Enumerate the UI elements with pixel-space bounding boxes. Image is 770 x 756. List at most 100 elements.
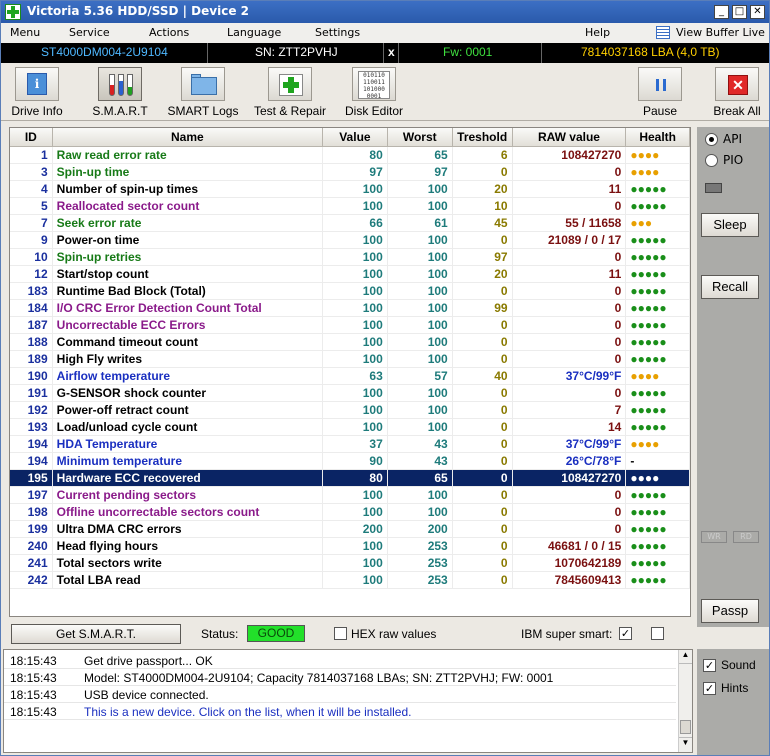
table-row[interactable]: 9 Power-on time 100 100 0 21089 / 0 / 17 ●●●●● — [10, 231, 690, 249]
cell-raw: 11 — [512, 265, 627, 283]
minimize-button[interactable]: _ — [714, 5, 729, 19]
menu-item-settings[interactable]: Settings — [315, 26, 360, 39]
menu-item-service[interactable]: Service — [69, 26, 110, 39]
menu-item-language[interactable]: Language — [227, 26, 281, 39]
table-row[interactable]: 193 Load/unload cycle count 100 100 0 14 ●●●●● — [10, 418, 690, 436]
table-row[interactable]: 242 Total LBA read 100 253 0 7845609413 ●●●●● — [10, 571, 690, 589]
scroll-up-icon[interactable]: ▲ — [679, 650, 692, 664]
disk-editor-button[interactable]: 010110 110011 101000 0001 Disk Editor — [343, 67, 405, 118]
api-radio[interactable] — [705, 133, 718, 146]
table-row[interactable]: 3 Spin-up time 97 97 0 0 ●●●● — [10, 163, 690, 181]
cell-name: Ultra DMA CRC errors — [52, 520, 324, 538]
ibm-super-smart-label: IBM super smart: — [521, 627, 613, 641]
column-header-raw[interactable]: RAW value — [512, 128, 627, 147]
column-header-health[interactable]: Health — [625, 128, 690, 147]
menu-item-actions[interactable]: Actions — [149, 26, 189, 39]
sound-checkbox[interactable]: ✓ — [703, 659, 716, 672]
drive-info-button[interactable]: i Drive Info — [9, 67, 65, 118]
table-row[interactable]: 189 High Fly writes 100 100 0 0 ●●●●● — [10, 350, 690, 368]
cell-health: ●●●● — [625, 367, 690, 385]
table-row[interactable]: 5 Reallocated sector count 100 100 10 0 ●●●●● — [10, 197, 690, 215]
column-header-id[interactable]: ID — [10, 128, 53, 147]
get-smart-button[interactable]: Get S.M.A.R.T. — [11, 624, 181, 644]
cell-threshold: 0 — [452, 571, 513, 589]
table-row[interactable]: 12 Start/stop count 100 100 20 11 ●●●●● — [10, 265, 690, 283]
menu-item-menu[interactable]: Menu — [10, 26, 40, 39]
cell-name: Minimum temperature — [52, 452, 324, 470]
indicator-led — [705, 183, 722, 193]
test-repair-button[interactable]: Test & Repair — [251, 67, 329, 118]
log-scrollbar[interactable]: ▲ ▼ — [678, 650, 692, 752]
scroll-thumb[interactable] — [680, 720, 691, 734]
table-row[interactable]: 184 I/O CRC Error Detection Count Total 10… — [10, 299, 690, 317]
log-message: USB device connected. — [84, 688, 209, 702]
cell-worst: 100 — [387, 282, 453, 300]
cell-threshold: 0 — [452, 554, 513, 572]
table-row[interactable]: 10 Spin-up retries 100 100 97 0 ●●●●● — [10, 248, 690, 266]
smart-button[interactable]: S.M.A.R.T — [89, 67, 151, 118]
hints-checkbox[interactable]: ✓ — [703, 682, 716, 695]
pause-icon — [638, 67, 682, 101]
table-row[interactable]: 192 Power-off retract count 100 100 0 7 ●●●●● — [10, 401, 690, 419]
smart-logs-button[interactable]: SMART Logs — [167, 67, 239, 118]
cell-threshold: 0 — [452, 469, 513, 487]
close-button[interactable]: ✕ — [750, 5, 765, 19]
ibm-super-smart-checkbox[interactable]: ✓ — [619, 627, 632, 640]
cell-value: 100 — [322, 265, 388, 283]
pause-label: Pause — [642, 104, 678, 118]
status-label: Status: — [201, 627, 239, 641]
table-row[interactable]: 4 Number of spin-up times 100 100 20 11 ●●●●● — [10, 180, 690, 198]
cell-id: 197 — [10, 486, 53, 504]
api-label: API — [723, 132, 742, 146]
table-row[interactable]: 188 Command timeout count 100 100 0 0 ●●●●● — [10, 333, 690, 351]
recall-button[interactable]: Recall — [701, 275, 759, 299]
cell-worst: 100 — [387, 418, 453, 436]
view-buffer-live-link[interactable]: View Buffer Live — [676, 26, 765, 39]
cell-worst: 100 — [387, 197, 453, 215]
drive-model[interactable]: ST4000DM004-2U9104 — [41, 45, 168, 59]
status-badge: GOOD — [247, 625, 305, 642]
passport-button[interactable]: Passp — [701, 599, 759, 623]
cell-id: 189 — [10, 350, 53, 368]
table-row[interactable]: 240 Head flying hours 100 253 0 46681 / 0 / 1… — [10, 537, 690, 555]
table-row[interactable]: 199 Ultra DMA CRC errors 200 200 0 0 ●●●●● — [10, 520, 690, 538]
maximize-button[interactable]: □ — [732, 5, 747, 19]
table-row[interactable]: 194 HDA Temperature 37 43 0 37°C/99°F ●●●● — [10, 435, 690, 453]
cell-threshold: 0 — [452, 418, 513, 436]
table-row[interactable]: 190 Airflow temperature 63 57 40 37°C/99°F ●●●… — [10, 367, 690, 385]
break-all-button[interactable]: ✕ Break All — [709, 67, 765, 118]
sleep-button[interactable]: Sleep — [701, 213, 759, 237]
table-row[interactable]: 1 Raw read error rate 80 65 6 108427270 ●●●● — [10, 146, 690, 164]
table-row[interactable]: 194 Minimum temperature 90 43 0 26°C/78°F - — [10, 452, 690, 470]
cell-raw: 0 — [512, 503, 627, 521]
table-row[interactable]: 183 Runtime Bad Block (Total) 100 100 0 0 ●●●●… — [10, 282, 690, 300]
cell-value: 100 — [322, 180, 388, 198]
pio-radio[interactable] — [705, 154, 718, 167]
table-row[interactable]: 198 Offline uncorrectable sectors count 10… — [10, 503, 690, 521]
cell-id: 4 — [10, 180, 53, 198]
log-message: Model: ST4000DM004-2U9104; Capacity 7814… — [84, 671, 554, 685]
cell-raw: 108427270 — [512, 146, 627, 164]
table-row[interactable]: 197 Current pending sectors 100 100 0 0 ●●●●● — [10, 486, 690, 504]
close-device-icon[interactable]: x — [388, 45, 395, 59]
cell-threshold: 0 — [452, 520, 513, 538]
table-row[interactable]: 191 G-SENSOR shock counter 100 100 0 0 ●●●●● — [10, 384, 690, 402]
column-header-worst[interactable]: Worst — [387, 128, 453, 147]
extra-checkbox[interactable] — [651, 627, 664, 640]
hex-raw-checkbox[interactable] — [334, 627, 347, 640]
column-header-value[interactable]: Value — [322, 128, 388, 147]
table-row[interactable]: 195 Hardware ECC recovered 80 65 0 108427270 ●… — [10, 469, 690, 487]
menu-item-help[interactable]: Help — [585, 26, 610, 39]
options-panel: ✓ Sound ✓ Hints — [697, 649, 769, 755]
column-header-threshold[interactable]: Treshold — [452, 128, 513, 147]
cell-id: 3 — [10, 163, 53, 181]
table-row[interactable]: 187 Uncorrectable ECC Errors 100 100 0 0 ●●●●● — [10, 316, 690, 334]
table-row[interactable]: 7 Seek error rate 66 61 45 55 / 11658 ●●● — [10, 214, 690, 232]
pause-button[interactable]: Pause — [637, 67, 683, 118]
cell-threshold: 0 — [452, 486, 513, 504]
cell-id: 193 — [10, 418, 53, 436]
table-row[interactable]: 241 Total sectors write 100 253 0 1070642189 ●… — [10, 554, 690, 572]
cell-value: 100 — [322, 333, 388, 351]
scroll-down-icon[interactable]: ▼ — [679, 737, 692, 751]
column-header-name[interactable]: Name — [52, 128, 324, 147]
